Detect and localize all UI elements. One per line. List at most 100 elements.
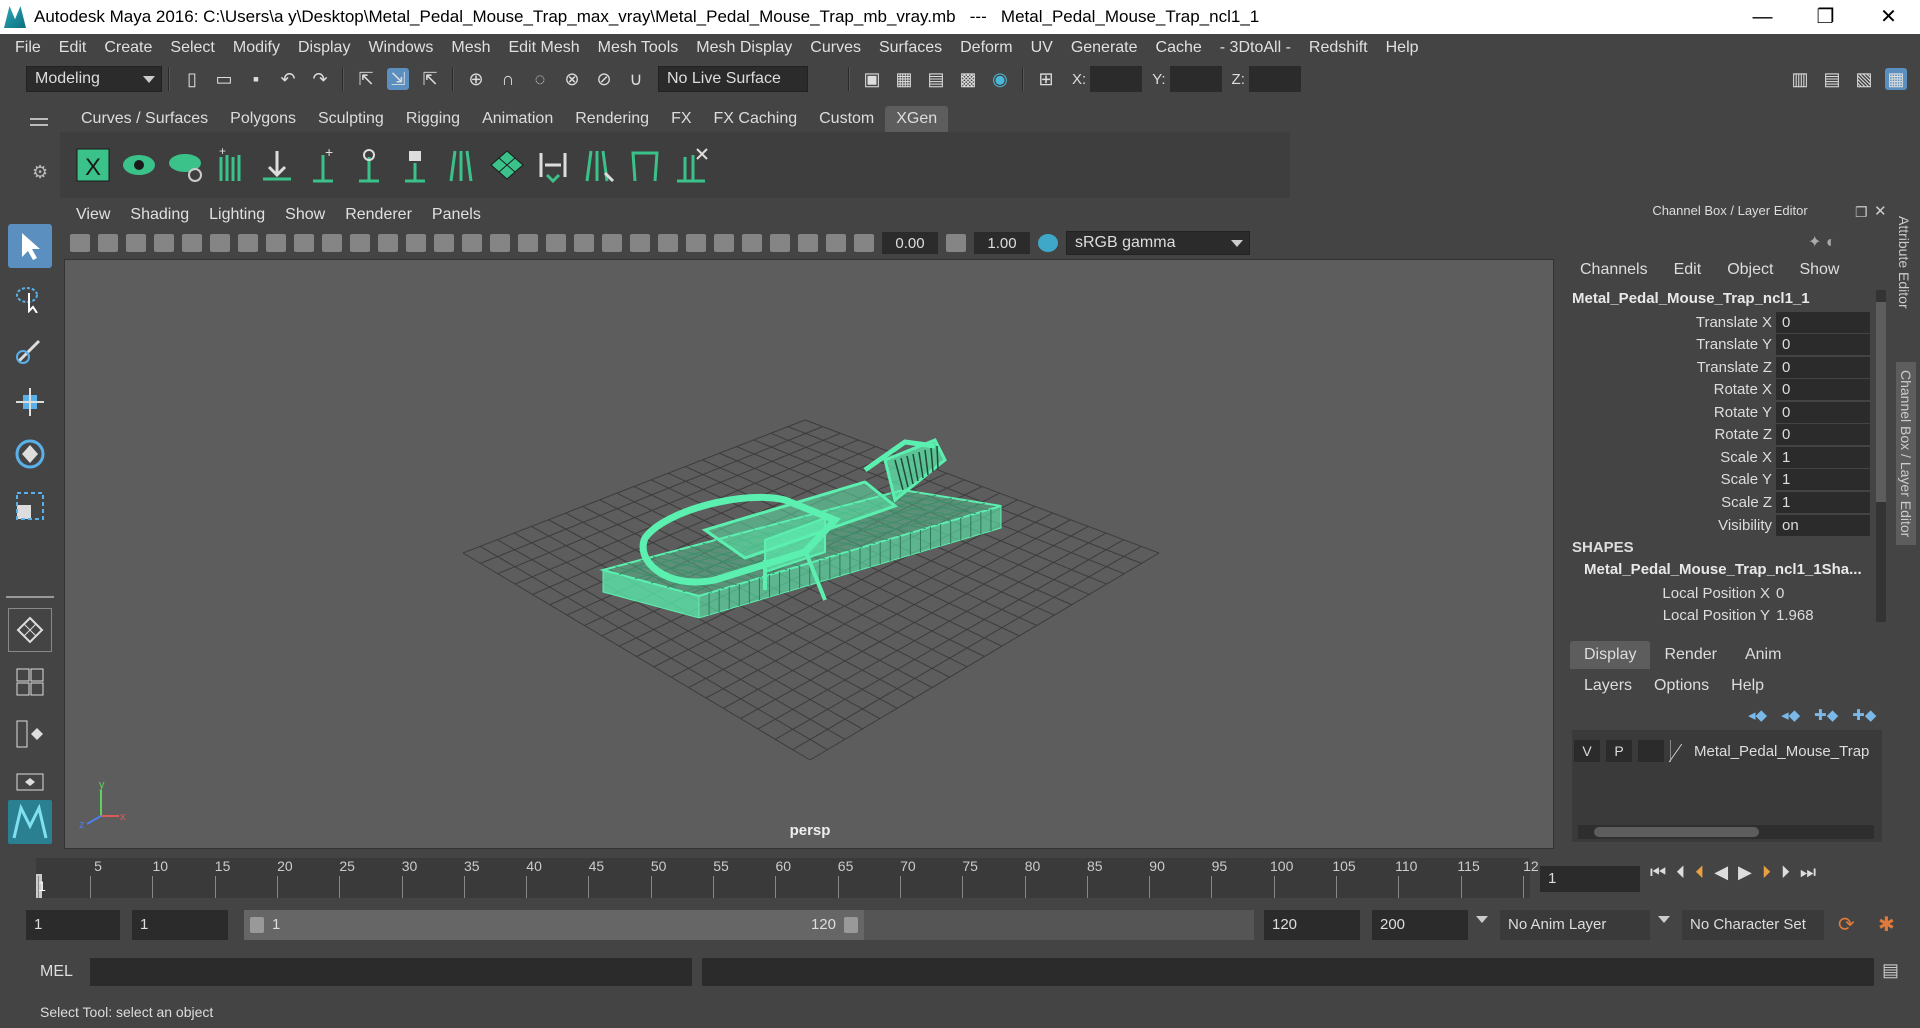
- screen-space-ao-icon[interactable]: [630, 234, 650, 252]
- select-object-icon[interactable]: ⇲: [387, 68, 409, 90]
- gamma-field[interactable]: 1.00: [974, 232, 1030, 254]
- tab-channel-box-layer-editor[interactable]: Channel Box / Layer Editor: [1896, 362, 1916, 546]
- menu-edit[interactable]: Edit: [50, 39, 96, 57]
- xgen-lock-guide-icon[interactable]: [397, 145, 433, 185]
- four-view-layout-icon[interactable]: [8, 660, 52, 704]
- chevron-down-icon[interactable]: [1476, 916, 1488, 923]
- snap-surface-icon[interactable]: ⊘: [593, 68, 615, 90]
- tab-polygons[interactable]: Polygons: [219, 106, 307, 132]
- layer-menu-layers[interactable]: Layers: [1584, 677, 1632, 695]
- viewport-menu-view[interactable]: View: [66, 206, 120, 224]
- menu-curves[interactable]: Curves: [801, 39, 870, 57]
- menu-generate[interactable]: Generate: [1062, 39, 1147, 57]
- attr-value[interactable]: 0: [1776, 378, 1870, 400]
- xgen-sculpt-guide-icon[interactable]: +: [305, 145, 341, 185]
- viewport-menu-panels[interactable]: Panels: [422, 206, 491, 224]
- new-layer-icon[interactable]: ✚◆: [1814, 706, 1838, 724]
- xray-icon[interactable]: [770, 234, 790, 252]
- select-hierarchy-icon[interactable]: ⇱: [355, 68, 377, 90]
- step-forward-key-icon[interactable]: ⏵: [1762, 862, 1771, 883]
- isolate-select-icon[interactable]: [742, 234, 762, 252]
- step-back-frame-icon[interactable]: ⏴: [1676, 862, 1685, 883]
- redo-icon[interactable]: ↷: [309, 68, 331, 90]
- attr-scale-x[interactable]: Scale X1: [1570, 446, 1870, 468]
- range-slider-track[interactable]: [864, 910, 1254, 940]
- attr-value[interactable]: on: [1776, 514, 1870, 536]
- menu-cache[interactable]: Cache: [1147, 39, 1211, 57]
- z-input[interactable]: [1248, 66, 1301, 92]
- move-layer-up-icon[interactable]: ◂◆: [1748, 706, 1767, 724]
- tab-attribute-editor[interactable]: Attribute Editor: [1896, 216, 1912, 309]
- render-view-icon[interactable]: ▣: [861, 68, 883, 90]
- xgen-preview-icon[interactable]: [121, 145, 157, 185]
- snap-curve-icon[interactable]: ∩: [497, 68, 519, 90]
- layer-menu-options[interactable]: Options: [1654, 677, 1709, 695]
- select-component-icon[interactable]: ⇱: [419, 68, 441, 90]
- default-material-icon[interactable]: [490, 234, 510, 252]
- wireframe-on-shaded-icon[interactable]: [518, 234, 538, 252]
- menu-3dtoall[interactable]: - 3DtoAll -: [1211, 39, 1300, 57]
- gamma-icon[interactable]: [946, 234, 966, 252]
- menu-mesh[interactable]: Mesh: [442, 39, 499, 57]
- channel-menu-edit[interactable]: Edit: [1674, 261, 1702, 279]
- menu-redshift[interactable]: Redshift: [1300, 39, 1377, 57]
- go-to-end-icon[interactable]: ⏭: [1800, 862, 1816, 883]
- step-back-key-icon[interactable]: ⏴: [1695, 862, 1704, 883]
- render-settings-icon[interactable]: ▩: [957, 68, 979, 90]
- close-button[interactable]: ✕: [1857, 0, 1920, 34]
- y-input[interactable]: [1169, 66, 1222, 92]
- attr-rotate-y[interactable]: Rotate Y0: [1570, 401, 1870, 423]
- time-slider[interactable]: 1 5 10 15 20 25 30 35 40 45 50 55 60 65 70 75 80 85 90 95 10…: [36, 858, 1539, 898]
- xgen-add-guide-icon[interactable]: +: [213, 145, 249, 185]
- viewport-menu-show[interactable]: Show: [275, 206, 335, 224]
- chevron-down-icon[interactable]: [1658, 916, 1670, 923]
- layer-horizontal-scrollbar[interactable]: [1578, 825, 1874, 839]
- attr-value[interactable]: 0: [1776, 311, 1870, 333]
- attribute-editor-toggle-icon[interactable]: ▤: [1821, 68, 1843, 90]
- transform-constraint-icon[interactable]: ⊞: [1035, 68, 1057, 90]
- menu-surfaces[interactable]: Surfaces: [870, 39, 951, 57]
- depth-of-field-icon[interactable]: [714, 234, 734, 252]
- auto-key-icon[interactable]: ⟳: [1838, 912, 1855, 937]
- grid-toggle-icon[interactable]: [238, 234, 258, 252]
- shape-node-name[interactable]: Metal_Pedal_Mouse_Trap_ncl1_1Sha...: [1584, 561, 1862, 578]
- menu-create[interactable]: Create: [95, 39, 161, 57]
- xray-components-icon[interactable]: [826, 234, 846, 252]
- play-backwards-icon[interactable]: ◀: [1714, 862, 1728, 883]
- end-time-field[interactable]: 200: [1372, 910, 1468, 940]
- xgen-guide-length-icon[interactable]: [351, 145, 387, 185]
- safe-title-icon[interactable]: [406, 234, 426, 252]
- new-scene-icon[interactable]: ▯: [181, 68, 203, 90]
- menu-windows[interactable]: Windows: [359, 39, 442, 57]
- attr-local-position-x[interactable]: Local Position X 0: [1570, 582, 1870, 604]
- wireframe-icon[interactable]: [434, 234, 454, 252]
- attr-translate-z[interactable]: Translate Z0: [1570, 356, 1870, 378]
- xgen-flip-icon[interactable]: [535, 145, 571, 185]
- attr-value[interactable]: 0: [1776, 333, 1870, 355]
- attr-value[interactable]: 0: [1776, 423, 1870, 445]
- menu-uv[interactable]: UV: [1022, 39, 1062, 57]
- snap-point-icon[interactable]: ◌: [529, 68, 551, 90]
- attr-scale-z[interactable]: Scale Z1: [1570, 491, 1870, 513]
- perspective-viewport[interactable]: y x z persp: [64, 259, 1554, 849]
- maximize-button[interactable]: ❐: [1794, 0, 1857, 34]
- playback-start-field[interactable]: 1: [132, 910, 228, 940]
- xgen-grid-icon[interactable]: [489, 145, 525, 185]
- save-scene-icon[interactable]: ▪: [245, 68, 267, 90]
- safe-action-icon[interactable]: [378, 234, 398, 252]
- attr-value[interactable]: 0: [1776, 401, 1870, 423]
- xgen-window-icon[interactable]: X: [75, 145, 111, 185]
- xgen-place-guide-icon[interactable]: [259, 145, 295, 185]
- z-coord-field[interactable]: Z:: [1232, 66, 1301, 92]
- undo-icon[interactable]: ↶: [277, 68, 299, 90]
- anim-layer-dropdown[interactable]: No Anim Layer: [1500, 910, 1650, 940]
- channel-box-toggle-icon[interactable]: ▦: [1885, 68, 1907, 90]
- menu-modify[interactable]: Modify: [224, 39, 289, 57]
- tab-fx-caching[interactable]: FX Caching: [703, 106, 809, 132]
- layer-display-type[interactable]: [1638, 740, 1664, 762]
- channel-box-scrollbar[interactable]: [1876, 290, 1886, 622]
- selected-object-name[interactable]: Metal_Pedal_Mouse_Trap_ncl1_1: [1572, 290, 1810, 307]
- current-frame-field[interactable]: 1: [1540, 866, 1640, 892]
- viewport-menu-renderer[interactable]: Renderer: [335, 206, 422, 224]
- render-frame-icon[interactable]: ▦: [893, 68, 915, 90]
